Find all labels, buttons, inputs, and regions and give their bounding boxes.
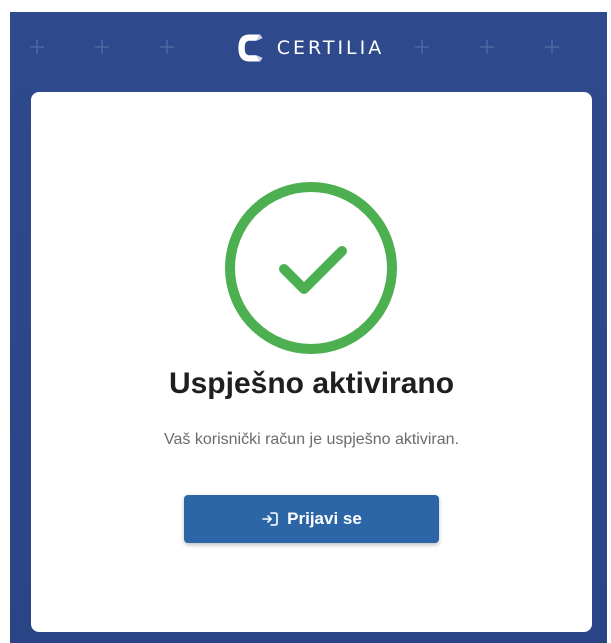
header: CERTILIA [10, 26, 607, 70]
login-button[interactable]: Prijavi se [184, 495, 439, 543]
page-title: Uspješno aktivirano [168, 367, 455, 400]
login-button-label: Prijavi se [287, 509, 362, 528]
login-icon [262, 512, 278, 526]
certilia-logo-icon [238, 34, 263, 62]
check-circle-icon [225, 182, 397, 354]
activation-card: Uspješno aktivirano Vaš korisnički račun… [31, 92, 592, 632]
brand-name: CERTILIA [276, 37, 385, 59]
page-background: CERTILIA Uspješno aktivirano Vaš korisni… [10, 12, 607, 643]
status-message: Vaš korisnički račun je uspješno aktivir… [164, 431, 459, 448]
